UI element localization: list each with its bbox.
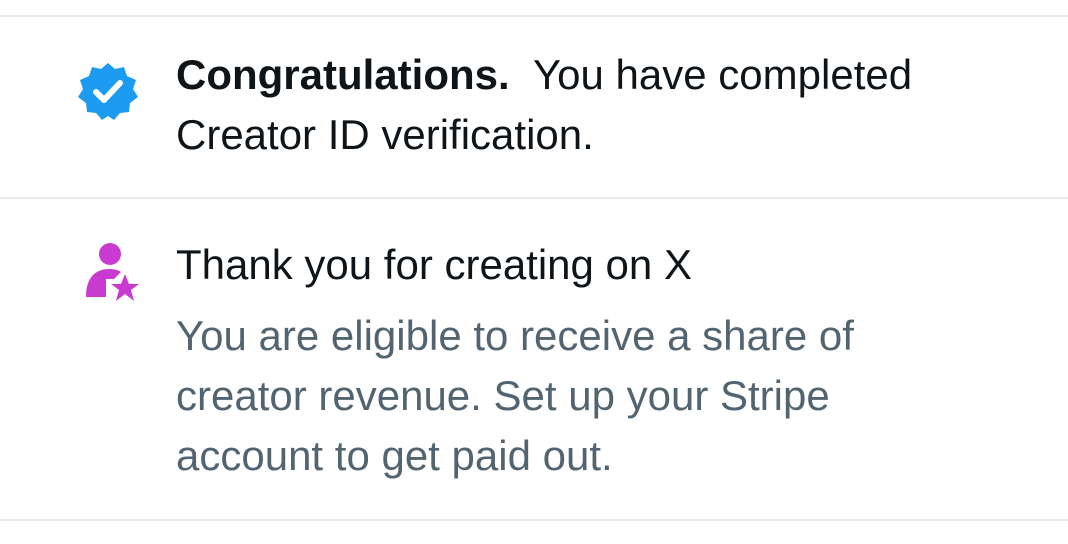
verification-notice: Congratulations. You have completed Crea…	[0, 17, 1068, 197]
verification-text-line-2: Creator ID verification.	[176, 111, 594, 158]
verification-message: Congratulations. You have completed Crea…	[176, 45, 1036, 165]
creator-message: Thank you for creating on X You are elig…	[176, 235, 1036, 486]
creator-star-icon	[76, 241, 140, 305]
verified-badge-icon	[76, 59, 140, 123]
creator-description-line-2: creator revenue. Set up your Stripe	[176, 372, 830, 419]
creator-notice: Thank you for creating on X You are elig…	[0, 199, 1068, 519]
verification-line-1: Congratulations. You have completed	[176, 45, 1036, 105]
creator-description-line-1: You are eligible to receive a share of	[176, 312, 854, 359]
bottom-divider	[0, 519, 1068, 521]
verification-text-line-1: You have completed	[533, 51, 913, 98]
creator-description-line-3: account to get paid out.	[176, 432, 613, 479]
creator-title: Thank you for creating on X	[176, 241, 692, 288]
verification-lead: Congratulations.	[176, 51, 510, 98]
